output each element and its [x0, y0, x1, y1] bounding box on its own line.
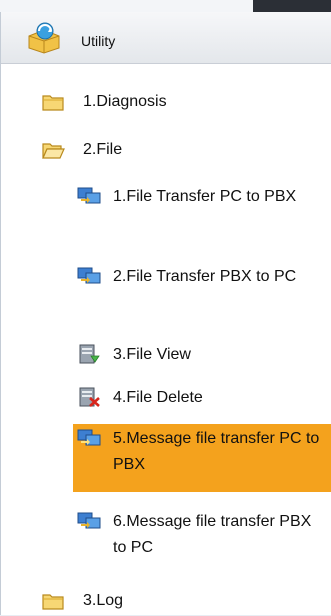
- tree-folder-label: 2.File: [83, 141, 123, 158]
- tree-item-file-view[interactable]: 3.File View: [73, 340, 331, 374]
- tree-folder-log[interactable]: 3.Log: [41, 586, 311, 616]
- tree-item-label: 2.File Transfer PBX to PC: [113, 268, 297, 285]
- top-strip-dark: [253, 0, 331, 12]
- tree-folder-file[interactable]: 2.File: [41, 135, 311, 165]
- file-delete-icon: [79, 387, 100, 407]
- top-strip: [0, 0, 331, 12]
- tree-item-file-transfer-pc-to-pbx[interactable]: 1.File Transfer PC to PBX: [73, 182, 331, 250]
- tree-folder-label: 1.Diagnosis: [83, 93, 167, 110]
- file-transfer-icon: [77, 512, 101, 529]
- tree-item-message-file-transfer-pbx-to-pc[interactable]: 6.Message file transfer PBX to PC: [73, 507, 331, 575]
- file-transfer-icon: [77, 187, 101, 204]
- tree-item-message-file-transfer-pc-to-pbx[interactable]: 5.Message file transfer PC to PBX: [73, 424, 331, 492]
- file-view-icon: [79, 344, 100, 364]
- file-transfer-icon: [77, 429, 101, 446]
- tree-folder-diagnosis[interactable]: 1.Diagnosis: [41, 87, 311, 117]
- tree-item-label: 3.File View: [113, 346, 191, 363]
- tree-item-label: 4.File Delete: [113, 389, 203, 406]
- tree-item-file-delete[interactable]: 4.File Delete: [73, 383, 331, 417]
- panel-title: Utility: [81, 33, 116, 49]
- tree-item-label: 1.File Transfer PC to PBX: [113, 188, 297, 205]
- file-transfer-icon: [77, 267, 101, 284]
- tree-item-label: 5.Message file transfer PC to PBX: [113, 430, 320, 473]
- tree-folder-label: 3.Log: [83, 592, 124, 609]
- utility-panel: Utility 1.Diagnosis 2.File 1.File Transf…: [0, 12, 331, 615]
- tree-item-file-transfer-pbx-to-pc[interactable]: 2.File Transfer PBX to PC: [73, 262, 331, 330]
- folder-icon: [42, 95, 64, 111]
- utility-box-icon: [28, 22, 60, 54]
- panel-header[interactable]: Utility: [1, 12, 331, 64]
- tree-item-label: 6.Message file transfer PBX to PC: [113, 513, 312, 556]
- open-folder-icon: [42, 143, 65, 159]
- folder-icon: [42, 594, 64, 610]
